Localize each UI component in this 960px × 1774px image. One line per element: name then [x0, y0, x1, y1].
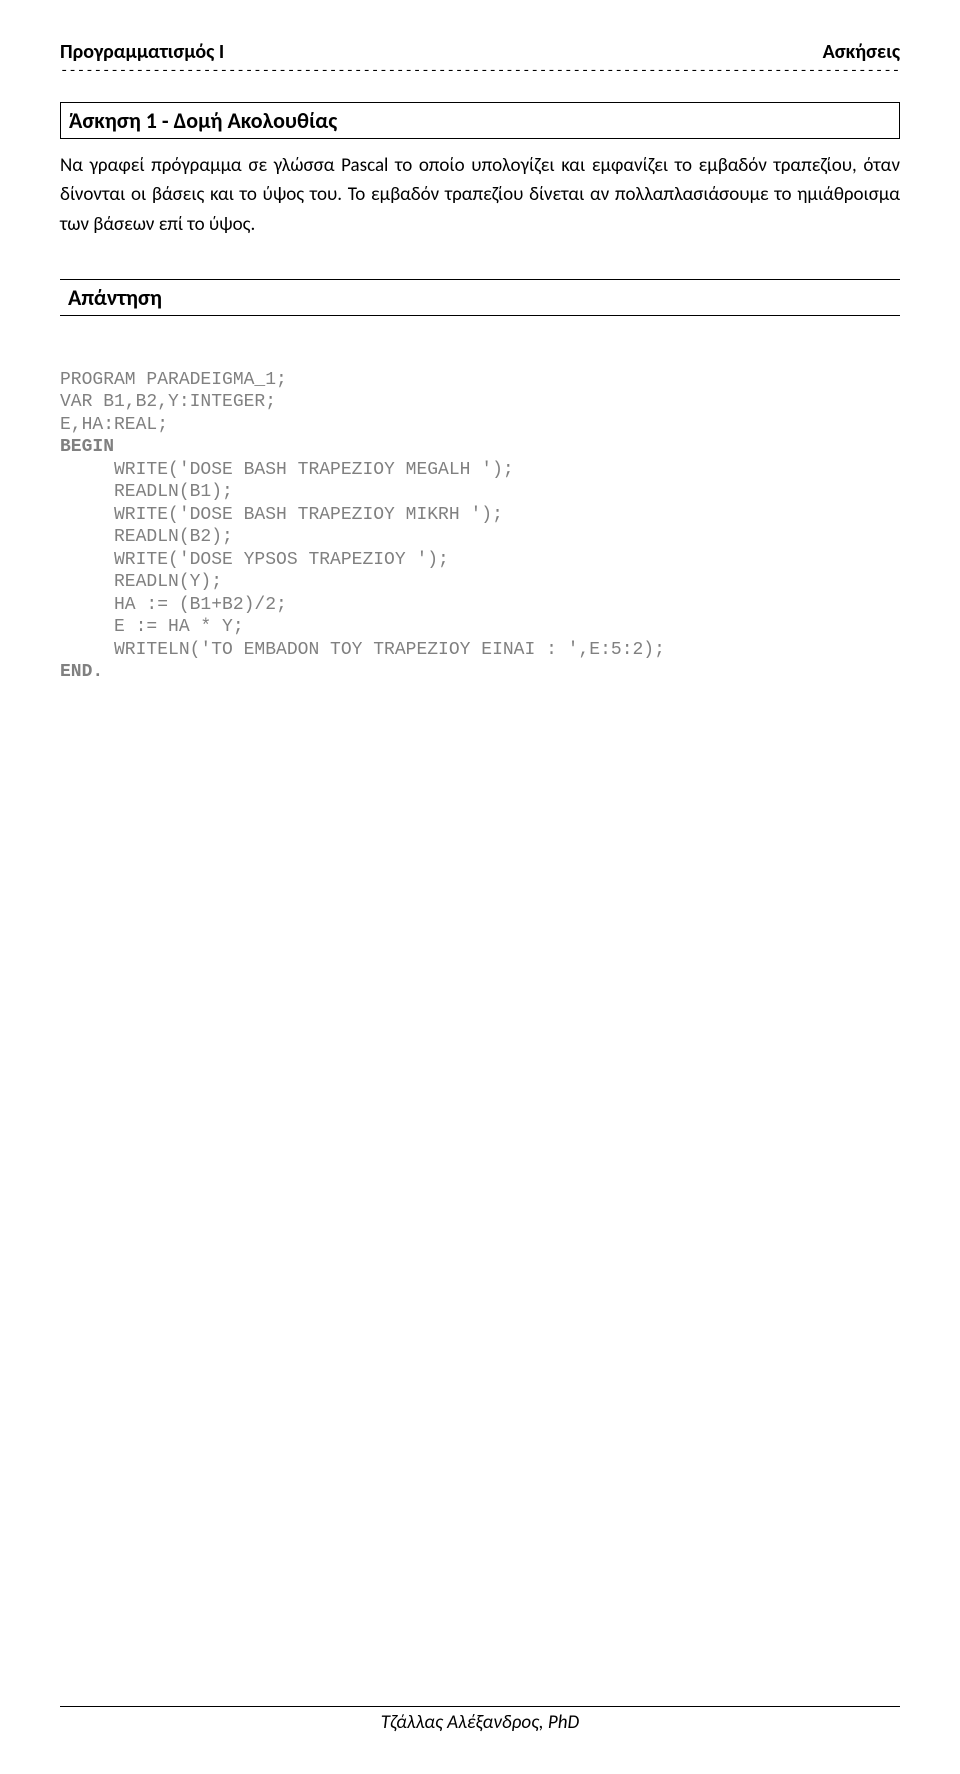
header-dash-separator: ----------------------------------------…: [60, 66, 900, 76]
code-line: HA := (B1+B2)/2;: [60, 595, 287, 615]
exercise-body: Να γραφεί πρόγραμμα σε γλώσσα Pascal το …: [60, 151, 900, 239]
code-line: PROGRAM PARADEIGMA_1;: [60, 370, 287, 390]
answer-label: Απάντηση: [68, 284, 162, 311]
footer-text: Τζάλλας Αλέξανδρος, PhD: [381, 1711, 579, 1734]
header-right: Ασκήσεις: [823, 40, 900, 64]
header-left: Προγραμματισμός Ι: [60, 40, 224, 64]
code-line: READLN(Y);: [60, 572, 222, 592]
exercise-title: Άσκηση 1 - Δομή Ακολουθίας: [69, 107, 337, 134]
code-line: VAR B1,B2,Y:INTEGER;: [60, 392, 276, 412]
exercise-title-box: Άσκηση 1 - Δομή Ακολουθίας: [60, 102, 900, 139]
pascal-code: PROGRAM PARADEIGMA_1; VAR B1,B2,Y:INTEGE…: [60, 346, 900, 684]
code-line: WRITE('DOSE YPSOS TRAPEZIOY ');: [60, 550, 449, 570]
page-footer: Τζάλλας Αλέξανδρος, PhD: [0, 1706, 960, 1734]
code-end: END.: [60, 662, 103, 682]
code-line: READLN(B1);: [60, 482, 233, 502]
code-line: READLN(B2);: [60, 527, 233, 547]
footer-separator: [60, 1706, 900, 1707]
page-header: Προγραμματισμός Ι Ασκήσεις: [60, 40, 900, 64]
code-begin: BEGIN: [60, 437, 114, 457]
code-line: WRITE('DOSE BASH TRAPEZIOY MEGALH ');: [60, 460, 514, 480]
code-line: WRITE('DOSE BASH TRAPEZIOY MIKRH ');: [60, 505, 503, 525]
code-line: WRITELN('TO EMBADON TOY TRAPEZIOY EINAI …: [60, 640, 665, 660]
answer-label-box: Απάντηση: [60, 279, 900, 316]
code-line: E := HA * Y;: [60, 617, 244, 637]
code-line: E,HA:REAL;: [60, 415, 168, 435]
